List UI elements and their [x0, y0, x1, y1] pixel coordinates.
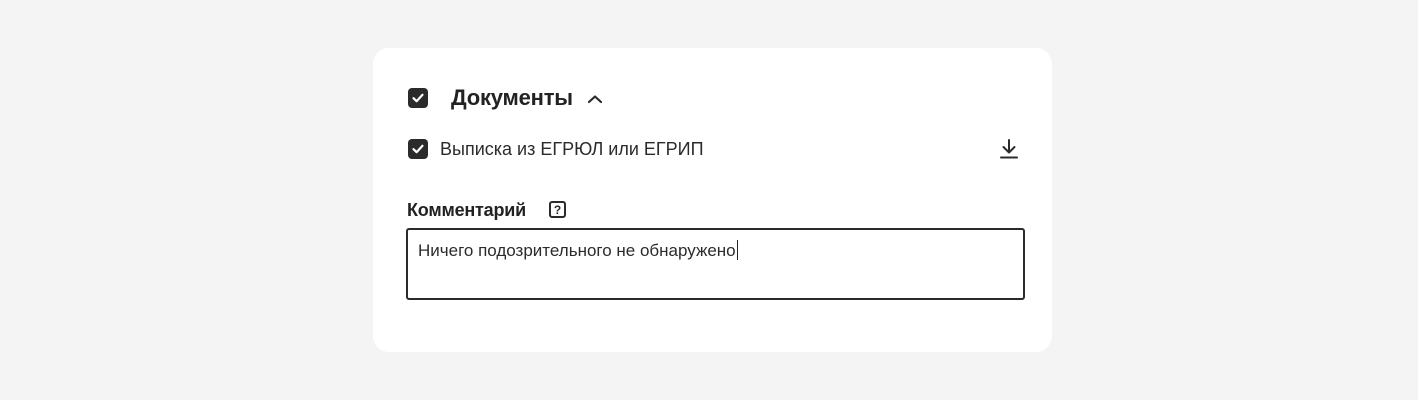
comment-textarea[interactable]: Ничего подозрительного не обнаружено: [406, 228, 1025, 300]
documents-section-checkbox[interactable]: [408, 88, 428, 108]
collapse-section-button[interactable]: [584, 88, 606, 110]
chevron-up-icon: [587, 95, 603, 104]
documents-card: Документы Выписка из ЕГРЮЛ или ЕГРИП Ком…: [373, 48, 1052, 352]
help-glyph: ?: [553, 202, 562, 217]
check-icon: [412, 93, 424, 103]
document-label: Выписка из ЕГРЮЛ или ЕГРИП: [440, 139, 704, 159]
download-button[interactable]: [997, 137, 1021, 161]
check-icon: [412, 144, 424, 154]
section-title: Документы: [451, 85, 573, 110]
text-caret: [736, 240, 738, 260]
question-mark-icon[interactable]: ?: [549, 201, 566, 218]
document-checkbox[interactable]: [408, 139, 428, 159]
download-icon: [1000, 139, 1018, 159]
comment-label: Комментарий: [407, 200, 527, 220]
comment-text: Ничего подозрительного не обнаружено: [418, 241, 736, 260]
